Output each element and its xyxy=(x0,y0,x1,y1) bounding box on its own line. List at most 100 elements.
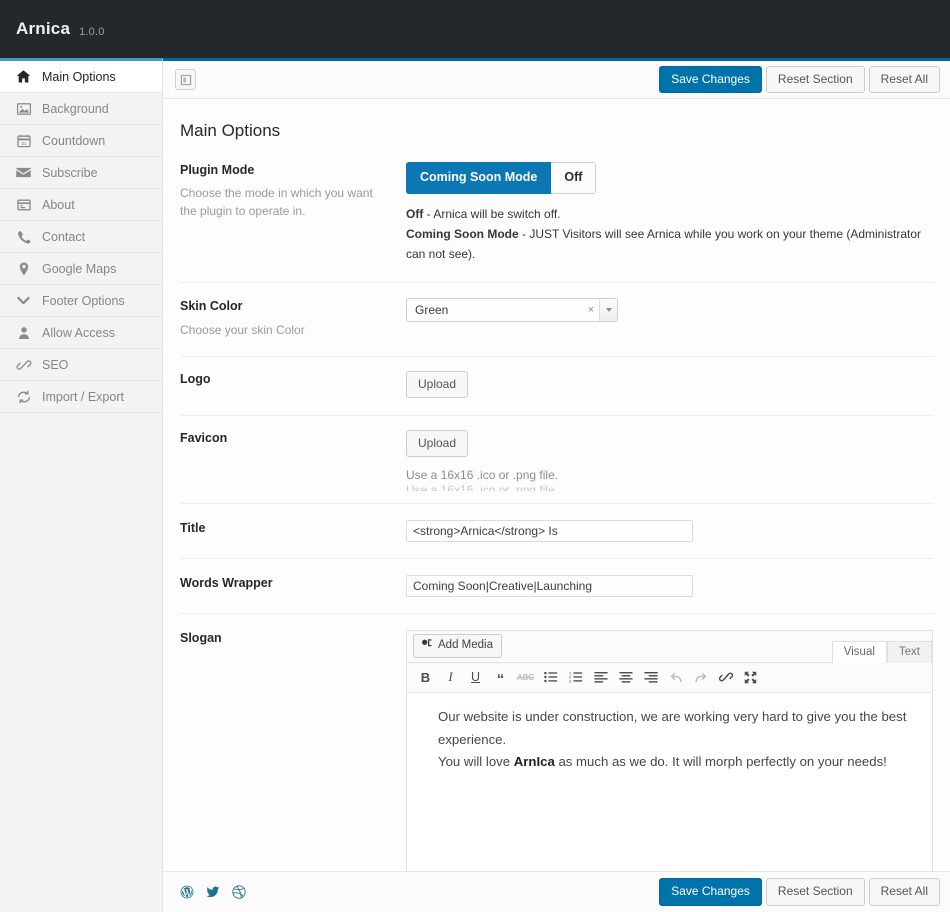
field-title: Slogan xyxy=(180,630,222,645)
sidebar-item-label: Google Maps xyxy=(42,261,117,276)
bullet-list-icon[interactable] xyxy=(538,667,563,687)
editor-text-bold: ArnIca xyxy=(513,754,555,770)
reset-section-button[interactable]: Reset Section xyxy=(765,65,865,94)
title-input[interactable] xyxy=(406,519,693,542)
favicon-upload-button[interactable]: Upload xyxy=(406,429,469,457)
sidebar-item-contact[interactable]: Contact xyxy=(0,221,162,253)
field-control: Add Media Visual Text B I U “ ABC 1 2 3 … xyxy=(406,629,934,871)
desc-csm-strong: Coming Soon Mode xyxy=(406,226,519,241)
field-logo: Logo Upload xyxy=(180,357,934,416)
field-label: Plugin Mode Choose the mode in which you… xyxy=(180,161,406,220)
user-icon xyxy=(14,323,33,342)
top-bar: Arnica 1.0.0 xyxy=(0,0,950,58)
brand-title: Arnica 1.0.0 xyxy=(16,19,105,39)
expand-panel-icon[interactable] xyxy=(175,69,196,91)
logo-upload-button[interactable]: Upload xyxy=(406,370,469,398)
field-skin-color: Skin Color Choose your skin Color Green … xyxy=(180,283,934,357)
sidebar-item-seo[interactable]: SEO xyxy=(0,349,162,381)
reset-all-button[interactable]: Reset All xyxy=(868,65,940,94)
chevron-down-icon[interactable] xyxy=(599,299,617,322)
skin-color-value: Green xyxy=(415,303,449,318)
brand-version: 1.0.0 xyxy=(79,26,105,38)
footer-reset-section-button[interactable]: Reset Section xyxy=(765,878,865,906)
insert-link-icon[interactable] xyxy=(713,667,738,687)
fullscreen-icon[interactable] xyxy=(738,667,763,687)
footer-reset-all-button[interactable]: Reset All xyxy=(868,878,940,906)
sidebar-item-main-options[interactable]: Main Options xyxy=(0,61,162,93)
words-wrapper-input[interactable] xyxy=(406,574,693,597)
sidebar-item-footer-options[interactable]: Footer Options xyxy=(0,285,162,317)
calendar-icon: 31 xyxy=(14,131,33,150)
field-label: Skin Color Choose your skin Color xyxy=(180,297,406,338)
tab-text[interactable]: Text xyxy=(886,640,932,663)
content-toolbar: Save Changes Reset Section Reset All xyxy=(163,61,950,100)
redo-icon[interactable] xyxy=(688,667,713,687)
sidebar-item-label: Background xyxy=(42,101,109,116)
align-center-icon[interactable] xyxy=(613,667,638,687)
undo-icon[interactable] xyxy=(663,667,688,687)
add-media-button[interactable]: Add Media xyxy=(413,633,502,658)
clear-x-icon[interactable]: × xyxy=(583,299,599,321)
underline-icon[interactable]: U xyxy=(463,667,488,687)
field-words-wrapper: Words Wrapper xyxy=(180,559,934,614)
bold-icon[interactable]: B xyxy=(413,667,438,687)
plugin-mode-description: Off - Arnica will be switch off. Coming … xyxy=(406,205,934,264)
editor-paragraph-2: You will love ArnIca as much as we do. I… xyxy=(438,751,913,774)
blockquote-icon[interactable]: “ xyxy=(488,667,513,687)
sidebar-item-label: Import / Export xyxy=(42,389,124,404)
brand-name: Arnica xyxy=(16,19,71,38)
field-subtitle: Choose your skin Color xyxy=(180,322,305,337)
twitter-icon[interactable] xyxy=(206,885,220,899)
sidebar-item-subscribe[interactable]: Subscribe xyxy=(0,157,162,189)
tab-visual[interactable]: Visual xyxy=(831,640,887,663)
editor-content[interactable]: Our website is under construction, we ar… xyxy=(407,692,932,871)
field-label: Words Wrapper xyxy=(180,574,406,592)
italic-icon[interactable]: I xyxy=(438,667,463,687)
editor-toolbar: B I U “ ABC 123 xyxy=(407,662,932,693)
save-changes-button[interactable]: Save Changes xyxy=(659,65,762,94)
svg-text:31: 31 xyxy=(21,141,27,147)
dribbble-icon[interactable] xyxy=(232,885,246,899)
plugin-mode-option-off[interactable]: Off xyxy=(551,162,597,195)
sidebar-item-countdown[interactable]: 31 Countdown xyxy=(0,125,162,157)
field-control: Green × xyxy=(406,297,934,323)
editor-text-post: as much as we do. It will morph perfectl… xyxy=(554,754,887,770)
plugin-mode-option-coming-soon[interactable]: Coming Soon Mode xyxy=(406,162,552,195)
field-label: Favicon xyxy=(180,429,406,447)
admin-page: Arnica 1.0.0 Main Options Background 31 xyxy=(0,0,950,912)
sidebar-item-background[interactable]: Background xyxy=(0,93,162,125)
align-right-icon[interactable] xyxy=(638,667,663,687)
footer-save-changes-button[interactable]: Save Changes xyxy=(659,878,762,906)
align-left-icon[interactable] xyxy=(588,667,613,687)
sidebar-item-label: Contact xyxy=(42,229,86,244)
field-plugin-mode: Plugin Mode Choose the mode in which you… xyxy=(180,161,934,284)
window-icon xyxy=(14,195,33,214)
field-title-text: Title xyxy=(180,504,934,559)
link-chain-icon xyxy=(14,355,33,374)
numbered-list-icon[interactable]: 123 xyxy=(563,667,588,687)
social-links xyxy=(180,885,246,899)
strikethrough-icon[interactable]: ABC xyxy=(513,667,538,687)
options-form: Main Options Plugin Mode Choose the mode… xyxy=(163,99,950,871)
sidebar-item-label: Main Options xyxy=(42,69,116,84)
sidebar-item-google-maps[interactable]: Google Maps xyxy=(0,253,162,285)
caret xyxy=(605,308,612,313)
content-panel: Save Changes Reset Section Reset All Mai… xyxy=(163,58,950,912)
field-slogan: Slogan Add Media Visual Text B I U “ ABC… xyxy=(180,614,934,871)
field-control: Upload Use a 16x16 .ico or .png file. Us… xyxy=(406,429,934,491)
sidebar-item-allow-access[interactable]: Allow Access xyxy=(0,317,162,349)
sidebar-item-label: About xyxy=(42,197,75,212)
field-control xyxy=(406,574,934,597)
field-title: Skin Color xyxy=(180,299,243,314)
sidebar-item-import-export[interactable]: Import / Export xyxy=(0,381,162,413)
field-subtitle: Choose the mode in which you want the pl… xyxy=(180,186,373,219)
field-title: Plugin Mode xyxy=(180,163,255,178)
field-title: Words Wrapper xyxy=(180,575,273,590)
favicon-hint-ghost: Use a 16x16 .ico or .png file. xyxy=(406,483,559,491)
skin-color-select[interactable]: Green × xyxy=(406,298,618,323)
sidebar-item-about[interactable]: About xyxy=(0,189,162,221)
field-control: Coming Soon Mode Off Off - Arnica will b… xyxy=(406,161,934,264)
wordpress-icon[interactable] xyxy=(180,885,194,899)
editor-header: Add Media Visual Text xyxy=(407,630,932,663)
home-icon xyxy=(14,67,33,86)
